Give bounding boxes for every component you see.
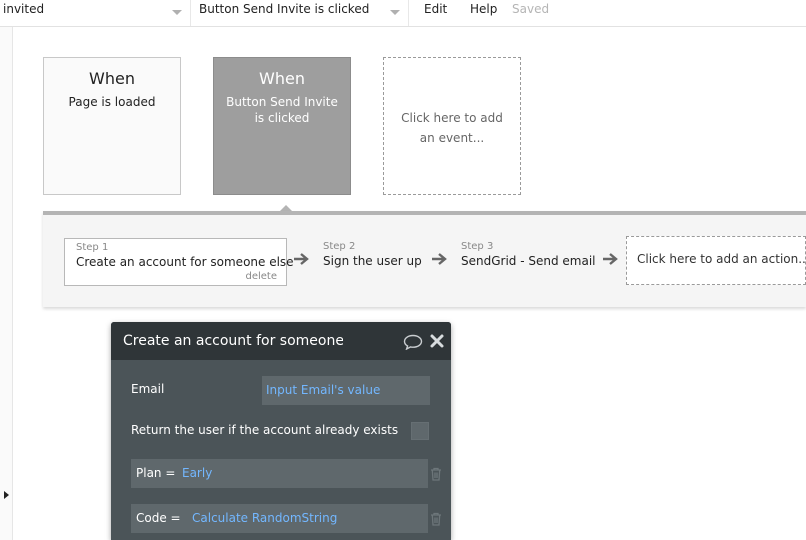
saved-status: Saved (512, 2, 550, 16)
field-value[interactable]: Calculate RandomString (192, 511, 337, 525)
code-field-row[interactable]: Code = Calculate RandomString (131, 504, 428, 533)
close-icon[interactable] (429, 333, 445, 349)
event-card-send-invite[interactable]: When Button Send Invite is clicked (213, 57, 351, 195)
field-name: Plan = (136, 466, 176, 480)
page-dropdown-value: invited (3, 2, 45, 16)
add-event-label: Click here to add an event... (401, 111, 503, 145)
step-number: Step 1 (76, 242, 109, 253)
add-action-label: Click here to add an action... (637, 252, 806, 266)
add-action-button[interactable]: Click here to add an action... (626, 236, 806, 285)
arrow-right-icon (432, 253, 447, 265)
event-description: Page is loaded (68, 95, 156, 109)
step-name: Create an account for someone else (76, 255, 294, 269)
step-number: Step 3 (461, 241, 494, 252)
action-property-panel: Create an account for someone e Email In… (111, 322, 451, 540)
top-bar: invited Button Send Invite is clicked Ed… (0, 0, 806, 27)
plan-field-row[interactable]: Plan = Early (131, 459, 428, 488)
step-number: Step 2 (323, 241, 356, 252)
arrow-right-icon (603, 253, 618, 265)
chevron-down-icon (390, 10, 400, 15)
event-dropdown-value: Button Send Invite is clicked (199, 2, 370, 16)
event-card-page-loaded[interactable]: When Page is loaded (43, 57, 181, 195)
chevron-down-icon (172, 10, 182, 15)
edit-menu[interactable]: Edit (424, 2, 447, 16)
help-menu[interactable]: Help (470, 2, 497, 16)
trash-icon[interactable] (430, 467, 442, 481)
step-card-1[interactable]: Step 1 Create an account for someone els… (64, 238, 294, 286)
caret-right-icon[interactable] (4, 491, 9, 499)
step-card-2[interactable]: Step 2 Sign the user up (312, 238, 422, 286)
return-existing-label: Return the user if the account already e… (131, 423, 399, 437)
event-when-label: When (89, 69, 135, 88)
step-card-3[interactable]: Step 3 SendGrid - Send email (450, 238, 600, 286)
email-input[interactable]: Input Email's value (262, 376, 430, 405)
step-name: Sign the user up (323, 254, 422, 268)
delete-step-link[interactable]: delete (245, 271, 277, 282)
event-dropdown[interactable]: Button Send Invite is clicked (192, 0, 409, 26)
return-existing-checkbox[interactable] (411, 422, 429, 440)
page-dropdown[interactable]: invited (0, 0, 191, 26)
step-name: SendGrid - Send email (461, 254, 596, 268)
panel-title: Create an account for someone e (123, 333, 343, 349)
comment-icon[interactable] (403, 334, 423, 350)
add-event-card[interactable]: Click here to add an event... (383, 57, 521, 195)
event-when-label: When (259, 69, 305, 88)
field-value[interactable]: Early (182, 466, 212, 480)
field-name: Code = (136, 511, 181, 525)
left-gutter (0, 27, 13, 540)
arrow-right-icon (294, 253, 309, 265)
trash-icon[interactable] (430, 512, 442, 526)
email-label: Email (131, 382, 165, 396)
panel-header: Create an account for someone e (111, 322, 451, 360)
event-description: Button Send Invite is clicked (226, 95, 338, 125)
